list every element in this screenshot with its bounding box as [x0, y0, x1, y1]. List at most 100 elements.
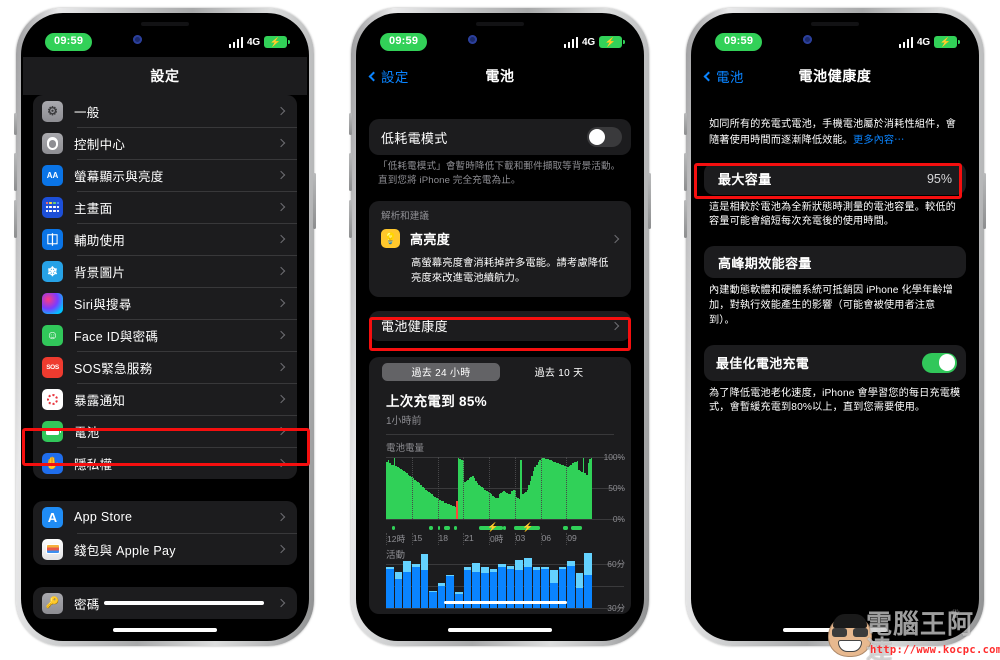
charging-segment [437, 526, 440, 530]
battery-page: 低耗電模式 「低耗電模式」會暫時降低下載和郵件擷取等背景活動。直到您將 iPho… [358, 95, 642, 639]
activity-chart: 60分 30分 [386, 552, 625, 613]
chevron-right-icon [276, 598, 286, 608]
network-type-label: 4G [247, 36, 260, 48]
more-info-link[interactable]: 更多內容⋯ [853, 135, 904, 146]
intro-text: 如同所有的充電式電池，手機電池屬於消耗性組件，會隨著使用時間而逐漸降低效能。更多… [709, 117, 961, 149]
home-indicator[interactable] [448, 628, 552, 632]
status-time: 09:59 [45, 32, 93, 52]
back-button[interactable]: 電池 [703, 66, 744, 86]
row-label: Siri與搜尋 [74, 297, 132, 312]
x-tick-label: 21 [464, 533, 474, 544]
power-button[interactable] [313, 173, 316, 229]
y-tick-60min: 60分 [607, 559, 625, 570]
tab-last-10-days[interactable]: 過去 10 天 [500, 363, 618, 381]
volume-down-button[interactable] [349, 200, 352, 238]
chevron-right-icon [276, 544, 286, 554]
nav-bar: 設定 [23, 57, 307, 95]
intro-body: 如同所有的充電式電池，手機電池屬於消耗性組件，會隨著使用時間而逐漸降低效能。 [709, 119, 956, 146]
battery-level-chart-title: 電池電量 [386, 443, 425, 455]
sidebar-item-wallet[interactable]: 錢包與 Apple Pay [33, 533, 297, 565]
chevron-right-icon [610, 234, 620, 244]
status-time: 09:59 [715, 32, 763, 52]
sidebar-item-accessibility[interactable]: ⎅ 輔助使用 [33, 223, 297, 255]
y-tick-50: 50% [608, 483, 625, 494]
chevron-right-icon [276, 362, 286, 372]
control-center-icon [42, 132, 63, 154]
battery-charging-icon: ⚡ [934, 36, 960, 48]
battery-health-label: 電池健康度 [381, 319, 449, 335]
volume-down-button[interactable] [14, 200, 17, 238]
sidebar-item-control-center[interactable]: 控制中心 [33, 127, 297, 159]
sidebar-item-privacy[interactable]: ✋ 隱私權 [33, 447, 297, 479]
y-tick-100: 100% [603, 452, 625, 463]
sidebar-item-sos[interactable]: SOS SOS緊急服務 [33, 351, 297, 383]
row-label: App Store [74, 510, 133, 524]
display-brightness-icon: AA [42, 164, 63, 186]
watermark: ♕ 電腦王阿達 http://www.kocpc.com.tw [828, 607, 1000, 660]
battery-health-page: 如同所有的充電式電池，手機電池屬於消耗性組件，會隨著使用時間而逐漸降低效能。更多… [693, 95, 977, 639]
mute-switch[interactable] [349, 113, 352, 135]
settings-list[interactable]: ⚙ 一般 控制中心 AA 螢幕顯示與亮度 主畫面 ⎅ 輔助使用 ❄ 背景圖片 S… [23, 95, 307, 639]
low-power-mode-toggle[interactable] [587, 127, 622, 147]
sidebar-item-display-brightness[interactable]: AA 螢幕顯示與亮度 [33, 159, 297, 191]
activity-baseline [443, 601, 568, 605]
home-indicator[interactable] [113, 628, 217, 632]
volume-up-button[interactable] [14, 153, 17, 191]
sidebar-item-wallpaper[interactable]: ❄ 背景圖片 [33, 255, 297, 287]
gear-icon: ⚙ [42, 100, 63, 122]
sidebar-item-siri-search[interactable]: Siri與搜尋 [33, 287, 297, 319]
row-label: 一般 [74, 105, 100, 120]
sidebar-item-home-screen[interactable]: 主畫面 [33, 191, 297, 223]
x-tick-label: 06 [541, 533, 552, 544]
sidebar-item-general[interactable]: ⚙ 一般 [33, 95, 297, 127]
battery-health-link-row[interactable]: 電池健康度 [369, 311, 631, 341]
optimized-charging-card: 最佳化電池充電 [704, 344, 966, 381]
sidebar-item-app-store[interactable]: A App Store [33, 501, 297, 533]
nav-bar: 電池 電池健康度 [693, 57, 977, 95]
volume-down-button[interactable] [684, 200, 687, 238]
peak-performance-row: 高峰期效能容量 [704, 246, 966, 278]
sidebar-item-exposure-notification[interactable]: 暴露通知 [33, 383, 297, 415]
optimized-charging-row[interactable]: 最佳化電池充電 [704, 345, 966, 381]
mute-switch[interactable] [14, 113, 17, 135]
battery-charging-icon: ⚡ [264, 36, 290, 48]
volume-up-button[interactable] [684, 153, 687, 191]
settings-group-1: ⚙ 一般 控制中心 AA 螢幕顯示與亮度 主畫面 ⎅ 輔助使用 ❄ 背景圖片 S… [33, 95, 297, 479]
y-tick-0: 0% [612, 514, 625, 525]
page-title: 設定 [150, 68, 180, 84]
peak-performance-note: 內建動態軟體和硬體系統可抵銷因 iPhone 化學年齡增加，對執行效能產生的影響… [709, 285, 953, 326]
insight-row[interactable]: 💡 高亮度 [369, 225, 631, 253]
charging-segment [571, 526, 582, 530]
sidebar-item-battery[interactable]: 電池 [33, 415, 297, 447]
row-label: 錢包與 Apple Pay [74, 543, 176, 558]
recording-indicator-icon [468, 35, 477, 44]
row-label: Face ID與密碼 [74, 329, 159, 344]
peak-performance-label: 高峰期效能容量 [718, 255, 812, 271]
usage-card: 過去 24 小時 過去 10 天 上次充電到 85% 1小時前 電池電量 100… [369, 356, 631, 615]
settings-group-2: A App Store 錢包與 Apple Pay [33, 501, 297, 565]
volume-up-button[interactable] [349, 153, 352, 191]
chevron-left-icon [368, 71, 379, 81]
back-button[interactable]: 設定 [368, 66, 409, 86]
wallpaper-icon: ❄ [42, 260, 63, 282]
time-range-segmented-control[interactable]: 過去 24 小時 過去 10 天 [380, 360, 620, 383]
tab-last-24-hours[interactable]: 過去 24 小時 [382, 362, 500, 381]
sidebar-item-passwords[interactable]: 🔑 密碼 [33, 587, 297, 619]
power-button[interactable] [983, 173, 986, 229]
power-button[interactable] [648, 173, 651, 229]
charging-segment [392, 526, 395, 530]
activity-bar [437, 583, 446, 609]
low-power-mode-row[interactable]: 低耗電模式 [369, 119, 631, 155]
optimized-charging-toggle[interactable] [922, 352, 957, 373]
chevron-right-icon [610, 321, 620, 330]
insight-title: 高亮度 [410, 232, 451, 248]
sidebar-item-face-id[interactable]: ☺ Face ID與密碼 [33, 319, 297, 351]
mute-switch[interactable] [684, 113, 687, 135]
phone-battery-health: 09:59 4G ⚡ 電池 電池健康度 如同所有的充電式電池，手機電池屬於消耗性… [684, 8, 986, 646]
x-tick-label: 09 [567, 533, 577, 544]
charging-segment [429, 526, 434, 530]
chevron-right-icon [276, 234, 286, 244]
last-charge-sub: 1小時前 [386, 415, 422, 427]
peak-performance-card: 高峰期效能容量 [704, 246, 966, 279]
charging-segment [443, 526, 450, 530]
